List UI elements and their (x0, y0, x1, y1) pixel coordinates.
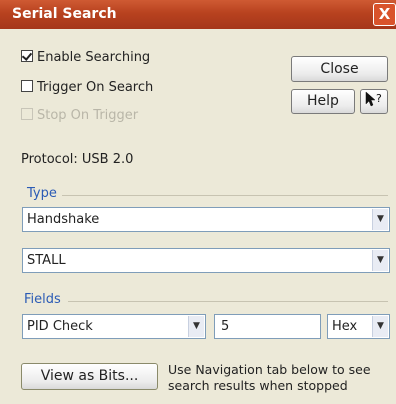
trigger-on-search-checkbox[interactable]: Trigger On Search (21, 79, 153, 97)
window-title: Serial Search (12, 6, 117, 22)
protocol-text: Protocol: USB 2.0 (21, 152, 134, 167)
enable-searching-label: Enable Searching (37, 50, 151, 65)
chevron-down-icon[interactable]: ▼ (188, 316, 204, 337)
close-button[interactable]: Close (291, 56, 388, 82)
trigger-on-search-label: Trigger On Search (37, 80, 154, 95)
handshake-select[interactable]: STALL ▼ (22, 248, 390, 273)
fields-section-heading: Fields (24, 292, 61, 307)
view-as-bits-button[interactable]: View as Bits... (21, 363, 158, 390)
close-window-icon[interactable]: X (373, 3, 396, 26)
fields-section-divider (68, 301, 388, 302)
svg-text:?: ? (376, 92, 382, 105)
type-select[interactable]: Handshake ▼ (22, 207, 390, 232)
help-button[interactable]: Help (291, 89, 355, 114)
field-select-value: PID Check (27, 319, 93, 334)
radix-select[interactable]: Hex ▼ (327, 314, 390, 339)
navigation-hint-line-2: search results when stopped (168, 378, 348, 393)
type-section-divider (62, 195, 388, 196)
whats-this-button[interactable]: ? (360, 89, 388, 114)
enable-searching-checkbox[interactable]: Enable Searching (21, 49, 150, 67)
chevron-down-icon[interactable]: ▼ (372, 316, 388, 337)
handshake-select-value: STALL (27, 253, 66, 268)
field-select[interactable]: PID Check ▼ (22, 314, 206, 339)
checkbox-checked-icon (21, 50, 33, 62)
checkbox-unchecked-icon (21, 80, 33, 92)
title-bar[interactable]: Serial Search X (0, 0, 396, 29)
serial-search-dialog: Serial Search X Enable Searching Trigger… (0, 0, 396, 404)
navigation-hint-line-1: Use Navigation tab below to see (168, 362, 371, 377)
radix-select-value: Hex (332, 319, 358, 334)
stop-on-trigger-label: Stop On Trigger (37, 108, 139, 123)
field-value-input[interactable]: 5 (214, 314, 321, 339)
checkbox-disabled-icon (21, 108, 33, 120)
type-section-heading: Type (27, 186, 57, 201)
chevron-down-icon[interactable]: ▼ (372, 250, 388, 271)
pointer-question-icon: ? (365, 91, 382, 107)
type-select-value: Handshake (27, 212, 100, 227)
chevron-down-icon[interactable]: ▼ (372, 209, 388, 230)
stop-on-trigger-checkbox: Stop On Trigger (21, 107, 138, 125)
